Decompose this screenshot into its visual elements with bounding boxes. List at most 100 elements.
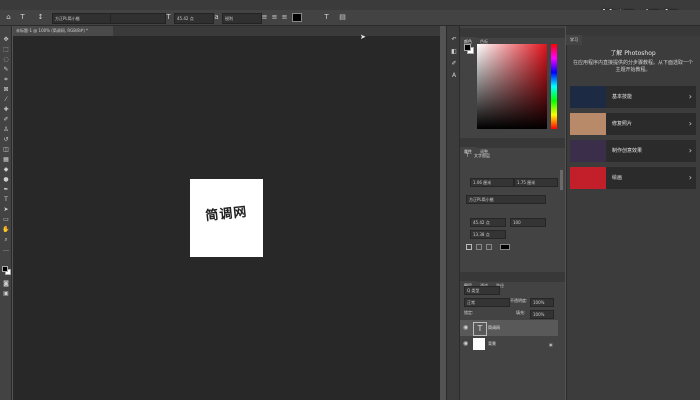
learn-panel (566, 26, 700, 400)
chevron-right-icon: › (688, 173, 692, 182)
shape-tool-icon[interactable]: ▭ (2, 216, 10, 224)
gradient-tool-icon[interactable]: ▦ (2, 156, 10, 164)
lock-icon: ▣ (549, 342, 553, 347)
quick-select-tool-icon[interactable]: ✎ (2, 66, 10, 74)
font-style-select[interactable] (110, 13, 166, 24)
learn-title: 了解 Photoshop (610, 50, 656, 57)
blend-mode-select[interactable]: 正常 (464, 298, 510, 307)
learn-panel-tabs: 学习 (566, 26, 700, 45)
chevron-right-icon: › (688, 92, 692, 101)
text-color-swatch[interactable] (292, 13, 302, 22)
blur-tool-icon[interactable]: ◆ (2, 166, 10, 174)
type-tool-icon[interactable]: T (2, 196, 10, 204)
align-left-icon[interactable] (466, 244, 472, 250)
menu-bar: 文件(F)编辑(E)图像(I)图层(L)文字(Y)选择(S)滤镜(T)3D(D)… (0, 0, 700, 16)
brush-tool-icon[interactable]: ✐ (2, 116, 10, 124)
properties-font-family-select[interactable]: 方正PL简小楷 (466, 195, 546, 204)
learn-topic-creative-effects[interactable]: 制作创意效果 › (570, 140, 696, 162)
move-tool-icon[interactable]: ✥ (2, 36, 10, 44)
align-left-icon[interactable]: ≡ (260, 13, 269, 22)
lock-label: 锁定: (464, 310, 474, 315)
type-tool-icon[interactable]: T (18, 13, 27, 22)
topic-thumbnail (570, 167, 606, 189)
font-size-icon: T (166, 13, 171, 21)
eye-icon[interactable]: ◉ (463, 340, 469, 348)
properties-icon: T (466, 153, 469, 158)
home-icon[interactable]: ⌂ (4, 13, 13, 22)
color-saturation-field[interactable] (477, 44, 547, 129)
fill-field[interactable]: 100% (530, 310, 554, 319)
eye-icon[interactable]: ◉ (463, 324, 469, 332)
properties-panel-tabs: 属性 调整 (460, 138, 565, 157)
anti-alias-select[interactable]: 锐利 (222, 13, 262, 24)
eyedropper-tool-icon[interactable]: ⁄ (2, 96, 10, 104)
topic-thumbnail (570, 140, 606, 162)
properties-font-size-field[interactable]: 45.42 点 (470, 218, 506, 227)
opacity-label: 不透明度: (510, 298, 528, 303)
anti-alias-icon: a (214, 13, 219, 21)
opacity-field[interactable]: 100% (530, 298, 554, 307)
history-icon[interactable]: ↶ (450, 36, 458, 44)
healing-brush-tool-icon[interactable]: ✚ (2, 106, 10, 114)
frame-tool-icon[interactable]: ⊠ (2, 86, 10, 94)
hue-slider[interactable] (551, 44, 557, 129)
document-tab[interactable]: 未标题-1 @ 100% (简调网, RGB/8#) * (13, 26, 113, 36)
learn-subtitle: 在应用程序内直接提供的分步骤教程。从下面选取一个主题开始教程。 (572, 60, 693, 73)
color-panel-foreground-swatch[interactable] (464, 44, 471, 51)
topic-thumbnail (570, 86, 606, 108)
height-field[interactable]: 1.75 厘米 (514, 178, 558, 187)
clone-stamp-tool-icon[interactable]: ♙ (2, 126, 10, 134)
align-right-icon[interactable] (486, 244, 492, 250)
align-right-icon[interactable]: ≡ (280, 13, 289, 22)
topic-label: 制作创意效果 (612, 148, 643, 154)
tool-bar: ✥ ⬚ ◌ ✎ ⌗ ⊠ ⁄ ✚ ✐ ♙ ↺ ◫ ▦ ◆ ● ✒ T ➤ ▭ ✋ … (0, 26, 12, 400)
properties-color-swatch[interactable] (500, 244, 510, 250)
crop-tool-icon[interactable]: ⌗ (2, 76, 10, 84)
chevron-right-icon: › (688, 119, 692, 128)
dodge-tool-icon[interactable]: ● (2, 176, 10, 184)
properties-leading-field[interactable]: 13.38 点 (470, 230, 506, 239)
layer-row-text[interactable]: ◉ T 简调网 (460, 320, 558, 336)
properties-header: 文字图层 (474, 153, 490, 158)
warp-text-icon[interactable]: T (322, 13, 331, 22)
font-size-field[interactable]: 45.42 点 (174, 13, 214, 24)
layer-row-background[interactable]: ◉ 背景 ▣ (460, 336, 558, 352)
path-select-tool-icon[interactable]: ➤ (2, 206, 10, 214)
width-field[interactable]: 1.06 厘米 (470, 178, 514, 187)
hand-tool-icon[interactable]: ✋ (2, 226, 10, 234)
screen-mode-icon[interactable]: ▣ (2, 290, 10, 298)
learn-topic-painting[interactable]: 绘画 › (570, 167, 696, 189)
properties-tracking-field[interactable]: 100 (510, 218, 546, 227)
align-center-icon[interactable]: ≡ (270, 13, 279, 22)
eraser-tool-icon[interactable]: ◫ (2, 146, 10, 154)
layer-name[interactable]: 背景 (488, 336, 496, 352)
quick-mask-icon[interactable]: ◙ (2, 280, 10, 288)
topic-thumbnail (570, 113, 606, 135)
toggle-orientation-icon[interactable]: ↕ (36, 13, 45, 22)
foreground-color-swatch[interactable] (2, 266, 8, 272)
font-family-select[interactable]: 方正PL简小楷 (52, 13, 112, 24)
panel-icon-strip: ↶ ◧ ✐ A (446, 26, 460, 400)
text-layer-thumbnail-icon: T (473, 322, 487, 336)
learn-topic-basic-skills[interactable]: 基本技能 › (570, 86, 696, 108)
layer-name[interactable]: 简调网 (488, 320, 500, 336)
marquee-tool-icon[interactable]: ⬚ (2, 46, 10, 54)
properties-scrollbar[interactable] (560, 170, 563, 190)
learn-topic-fix-photo[interactable]: 修复照片 › (570, 113, 696, 135)
topic-label: 绘画 (612, 175, 623, 181)
history-brush-tool-icon[interactable]: ↺ (2, 136, 10, 144)
align-center-icon[interactable] (476, 244, 482, 250)
pen-tool-icon[interactable]: ✒ (2, 186, 10, 194)
tab-learn[interactable]: 学习 (566, 35, 582, 45)
character-icon[interactable]: A (450, 72, 458, 80)
chevron-right-icon: › (688, 146, 692, 155)
brush-settings-icon[interactable]: ✐ (450, 60, 458, 68)
more-tools-icon[interactable]: … (2, 246, 10, 254)
color-panel-tabs: 颜色 色板 (460, 28, 565, 47)
topic-label: 基本技能 (612, 94, 633, 100)
lasso-tool-icon[interactable]: ◌ (2, 56, 10, 64)
character-panel-icon[interactable]: ▤ (338, 13, 347, 22)
layer-kind-filter[interactable]: Q 类型 (464, 286, 500, 295)
zoom-tool-icon[interactable]: ⌕ (2, 236, 10, 244)
properties-icon[interactable]: ◧ (450, 48, 458, 56)
